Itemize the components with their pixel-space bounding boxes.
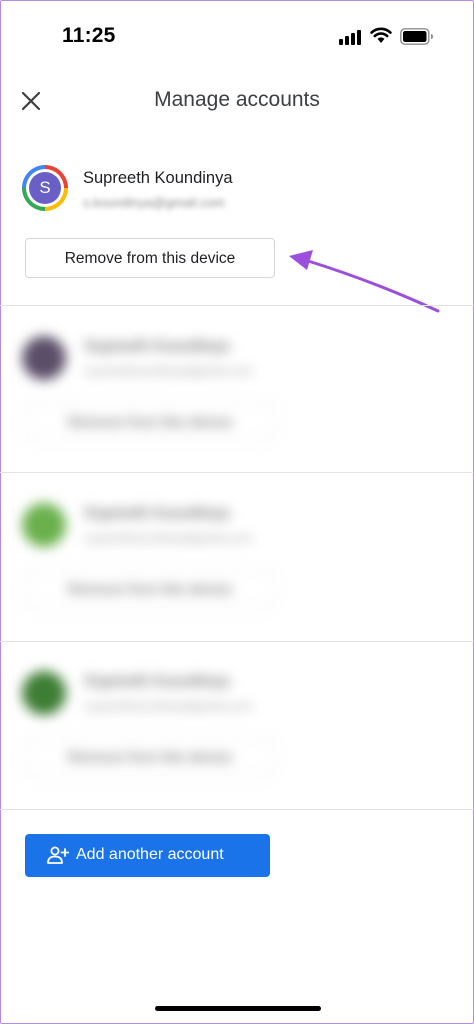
divider <box>0 472 474 473</box>
wifi-icon <box>370 27 392 43</box>
account-email: supreethkoundinya@gmail.com <box>84 364 253 378</box>
signal-bars-icon <box>339 30 361 45</box>
avatar <box>22 336 66 380</box>
account-name: Supreeth Koundinya <box>84 673 229 690</box>
add-another-account-button[interactable]: Add another account <box>25 834 270 877</box>
page-title: Manage accounts <box>154 88 320 111</box>
avatar: S <box>29 172 61 204</box>
add-person-icon <box>47 846 69 864</box>
battery-icon <box>400 28 433 45</box>
blurred-account: Supreeth Koundinya supreethkoundinya@gma… <box>0 671 474 831</box>
add-account-label: Add another account <box>76 846 224 863</box>
account-name: Supreeth Koundinya <box>84 338 229 355</box>
status-bar: 11:25 <box>0 0 474 70</box>
remove-from-device-button[interactable]: Remove from this device <box>25 238 275 278</box>
divider <box>0 641 474 642</box>
avatar <box>22 671 66 715</box>
account-email: s.koundinya@gmail.com <box>83 195 225 210</box>
blurred-account: Supreeth Koundinya supreethkoundinya@gma… <box>0 503 474 663</box>
account-name: Supreeth Koundinya <box>84 505 229 522</box>
account-email: supreethkoundinya@gmail.com <box>84 531 253 545</box>
divider <box>0 809 474 810</box>
account-name: Supreeth Koundinya <box>83 169 233 187</box>
remove-from-device-button[interactable]: Remove from this device <box>25 737 275 777</box>
avatar <box>22 503 66 547</box>
remove-from-device-button[interactable]: Remove from this device <box>25 569 275 609</box>
divider <box>0 305 474 306</box>
status-time: 11:25 <box>62 24 116 47</box>
home-indicator[interactable] <box>155 1006 321 1011</box>
remove-from-device-button[interactable]: Remove from this device <box>25 402 275 442</box>
account-email: supreethkoundinya@gmail.com <box>84 699 253 713</box>
